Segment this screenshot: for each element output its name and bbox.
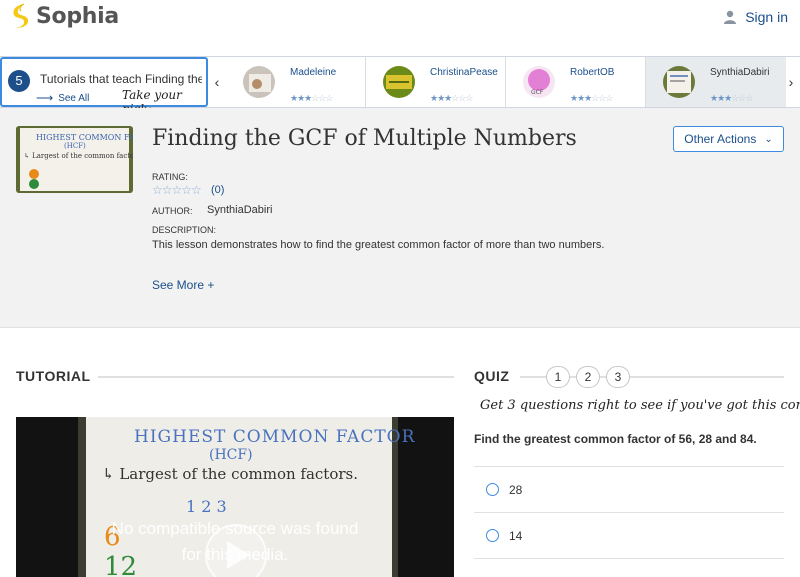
quiz-option-3[interactable] bbox=[474, 558, 784, 576]
rating-label: RATING: bbox=[152, 172, 188, 182]
svg-text:↳ Largest of the common factor: ↳ Largest of the common factors. bbox=[102, 465, 358, 483]
tutorial-author-name: SynthiaDabiri bbox=[710, 67, 770, 78]
sophia-logo[interactable]: Sophia bbox=[10, 3, 119, 29]
chevron-down-icon: ⌄ bbox=[764, 133, 773, 145]
quiz-option-label: 28 bbox=[509, 482, 523, 497]
quiz-question-text: Find the greatest common factor of 56, 2… bbox=[474, 432, 757, 446]
tutorial-card-madeleine[interactable]: Madeleine ★★★☆☆☆ bbox=[226, 57, 366, 107]
chevron-left-icon: ‹ bbox=[214, 74, 220, 90]
svg-text:↳ Largest of the common factor: ↳ Largest of the common factors bbox=[24, 152, 133, 160]
tutorial-thumbnail bbox=[383, 66, 415, 98]
svg-text:(HCF): (HCF) bbox=[209, 447, 253, 463]
description-label: DESCRIPTION: bbox=[152, 225, 217, 235]
tutorial-thumbnail bbox=[243, 66, 275, 98]
video-player[interactable]: HIGHEST COMMON FACTOR (HCF) ↳ Largest of… bbox=[16, 417, 454, 577]
quiz-question-2[interactable]: 2 bbox=[576, 366, 600, 388]
see-all-link[interactable]: ⟶ See All bbox=[36, 91, 89, 105]
tutorial-rating-stars: ★★★☆☆☆ bbox=[290, 93, 333, 103]
chevron-right-icon: › bbox=[788, 74, 794, 90]
sign-in-label: Sign in bbox=[745, 9, 788, 25]
logo-text: Sophia bbox=[36, 3, 119, 29]
tutorial-divider bbox=[98, 376, 454, 378]
author-name: SynthiaDabiri bbox=[207, 204, 273, 216]
strip-next-button[interactable]: › bbox=[782, 57, 800, 107]
tutorial-rating-stars: ★★★☆☆☆ bbox=[570, 93, 613, 103]
svg-text:(HCF): (HCF) bbox=[64, 142, 86, 150]
tutorial-main-thumbnail: HIGHEST COMMON FACTOR (HCF) ↳ Largest of… bbox=[16, 126, 133, 193]
quiz-question-1[interactable]: 1 bbox=[546, 366, 570, 388]
tutorial-count-text: Tutorials that teach Finding the bbox=[40, 72, 202, 86]
quiz-hint: Get 3 questions right to see if you've g… bbox=[480, 398, 800, 413]
video-error-message: No compatible source was found for this … bbox=[16, 516, 454, 568]
sign-in-link[interactable]: Sign in bbox=[723, 9, 788, 25]
quiz-question-3[interactable]: 3 bbox=[606, 366, 630, 388]
tutorial-rating-stars: ★★★☆☆☆ bbox=[710, 93, 753, 103]
rating-count: (0) bbox=[211, 184, 225, 196]
user-icon bbox=[724, 10, 737, 24]
tutorial-card-christinapease[interactable]: ChristinaPease ★★★☆☆☆ bbox=[366, 57, 506, 107]
strip-prev-button[interactable]: ‹ bbox=[208, 57, 226, 107]
svg-text:1 2 3: 1 2 3 bbox=[186, 497, 227, 516]
svg-text:HIGHEST COMMON FACTOR: HIGHEST COMMON FACTOR bbox=[134, 427, 416, 447]
video-error-line2: for this media. bbox=[181, 545, 289, 564]
video-error-line1: No compatible source was found bbox=[111, 519, 359, 538]
see-all-label: See All bbox=[58, 92, 90, 104]
tutorial-detail-panel: HIGHEST COMMON FACTOR (HCF) ↳ Largest of… bbox=[0, 108, 800, 328]
svg-text:HIGHEST COMMON FACTOR: HIGHEST COMMON FACTOR bbox=[36, 133, 133, 142]
tutorial-thumbnail: GCF bbox=[523, 66, 555, 98]
tutorial-count-badge: 5 bbox=[8, 70, 30, 92]
tutorial-heading: TUTORIAL bbox=[16, 368, 91, 384]
tutorial-thumbnail bbox=[663, 66, 695, 98]
tutorial-card-synthiadabiri[interactable]: SynthiaDabiri ★★★☆☆☆ bbox=[646, 57, 786, 107]
see-more-link[interactable]: See More + bbox=[152, 278, 214, 292]
page-title: Finding the GCF of Multiple Numbers bbox=[152, 126, 577, 151]
other-actions-label: Other Actions bbox=[684, 132, 757, 146]
rating-stars-input[interactable]: ☆☆☆☆☆ bbox=[152, 183, 202, 197]
tutorial-strip: 5 Tutorials that teach Finding the ⟶ See… bbox=[0, 56, 800, 116]
tutorial-card-robertob[interactable]: GCF RobertOB ★★★☆☆☆ bbox=[506, 57, 646, 107]
quiz-heading: QUIZ bbox=[474, 368, 510, 384]
quiz-option-label: 14 bbox=[509, 528, 523, 543]
quiz-option-2[interactable]: 14 bbox=[474, 512, 784, 558]
radio-button[interactable] bbox=[486, 483, 499, 496]
arrow-right-icon: ⟶ bbox=[36, 91, 54, 105]
tutorial-author-name: ChristinaPease bbox=[430, 67, 498, 78]
tutorial-author-name: RobertOB bbox=[570, 67, 615, 78]
author-label: AUTHOR: bbox=[152, 206, 193, 216]
tutorial-author-name: Madeleine bbox=[290, 67, 337, 78]
svg-text:GCF: GCF bbox=[531, 89, 544, 96]
tutorial-rating-stars: ★★★☆☆☆ bbox=[430, 93, 473, 103]
tutorial-count-box: 5 Tutorials that teach Finding the ⟶ See… bbox=[0, 57, 208, 116]
other-actions-button[interactable]: Other Actions ⌄ bbox=[673, 126, 784, 152]
radio-button[interactable] bbox=[486, 529, 499, 542]
quiz-option-1[interactable]: 28 bbox=[474, 466, 784, 512]
description-text: This lesson demonstrates how to find the… bbox=[152, 239, 605, 251]
sophia-logo-icon bbox=[13, 3, 29, 28]
site-header: Sophia Sign in bbox=[0, 0, 800, 56]
